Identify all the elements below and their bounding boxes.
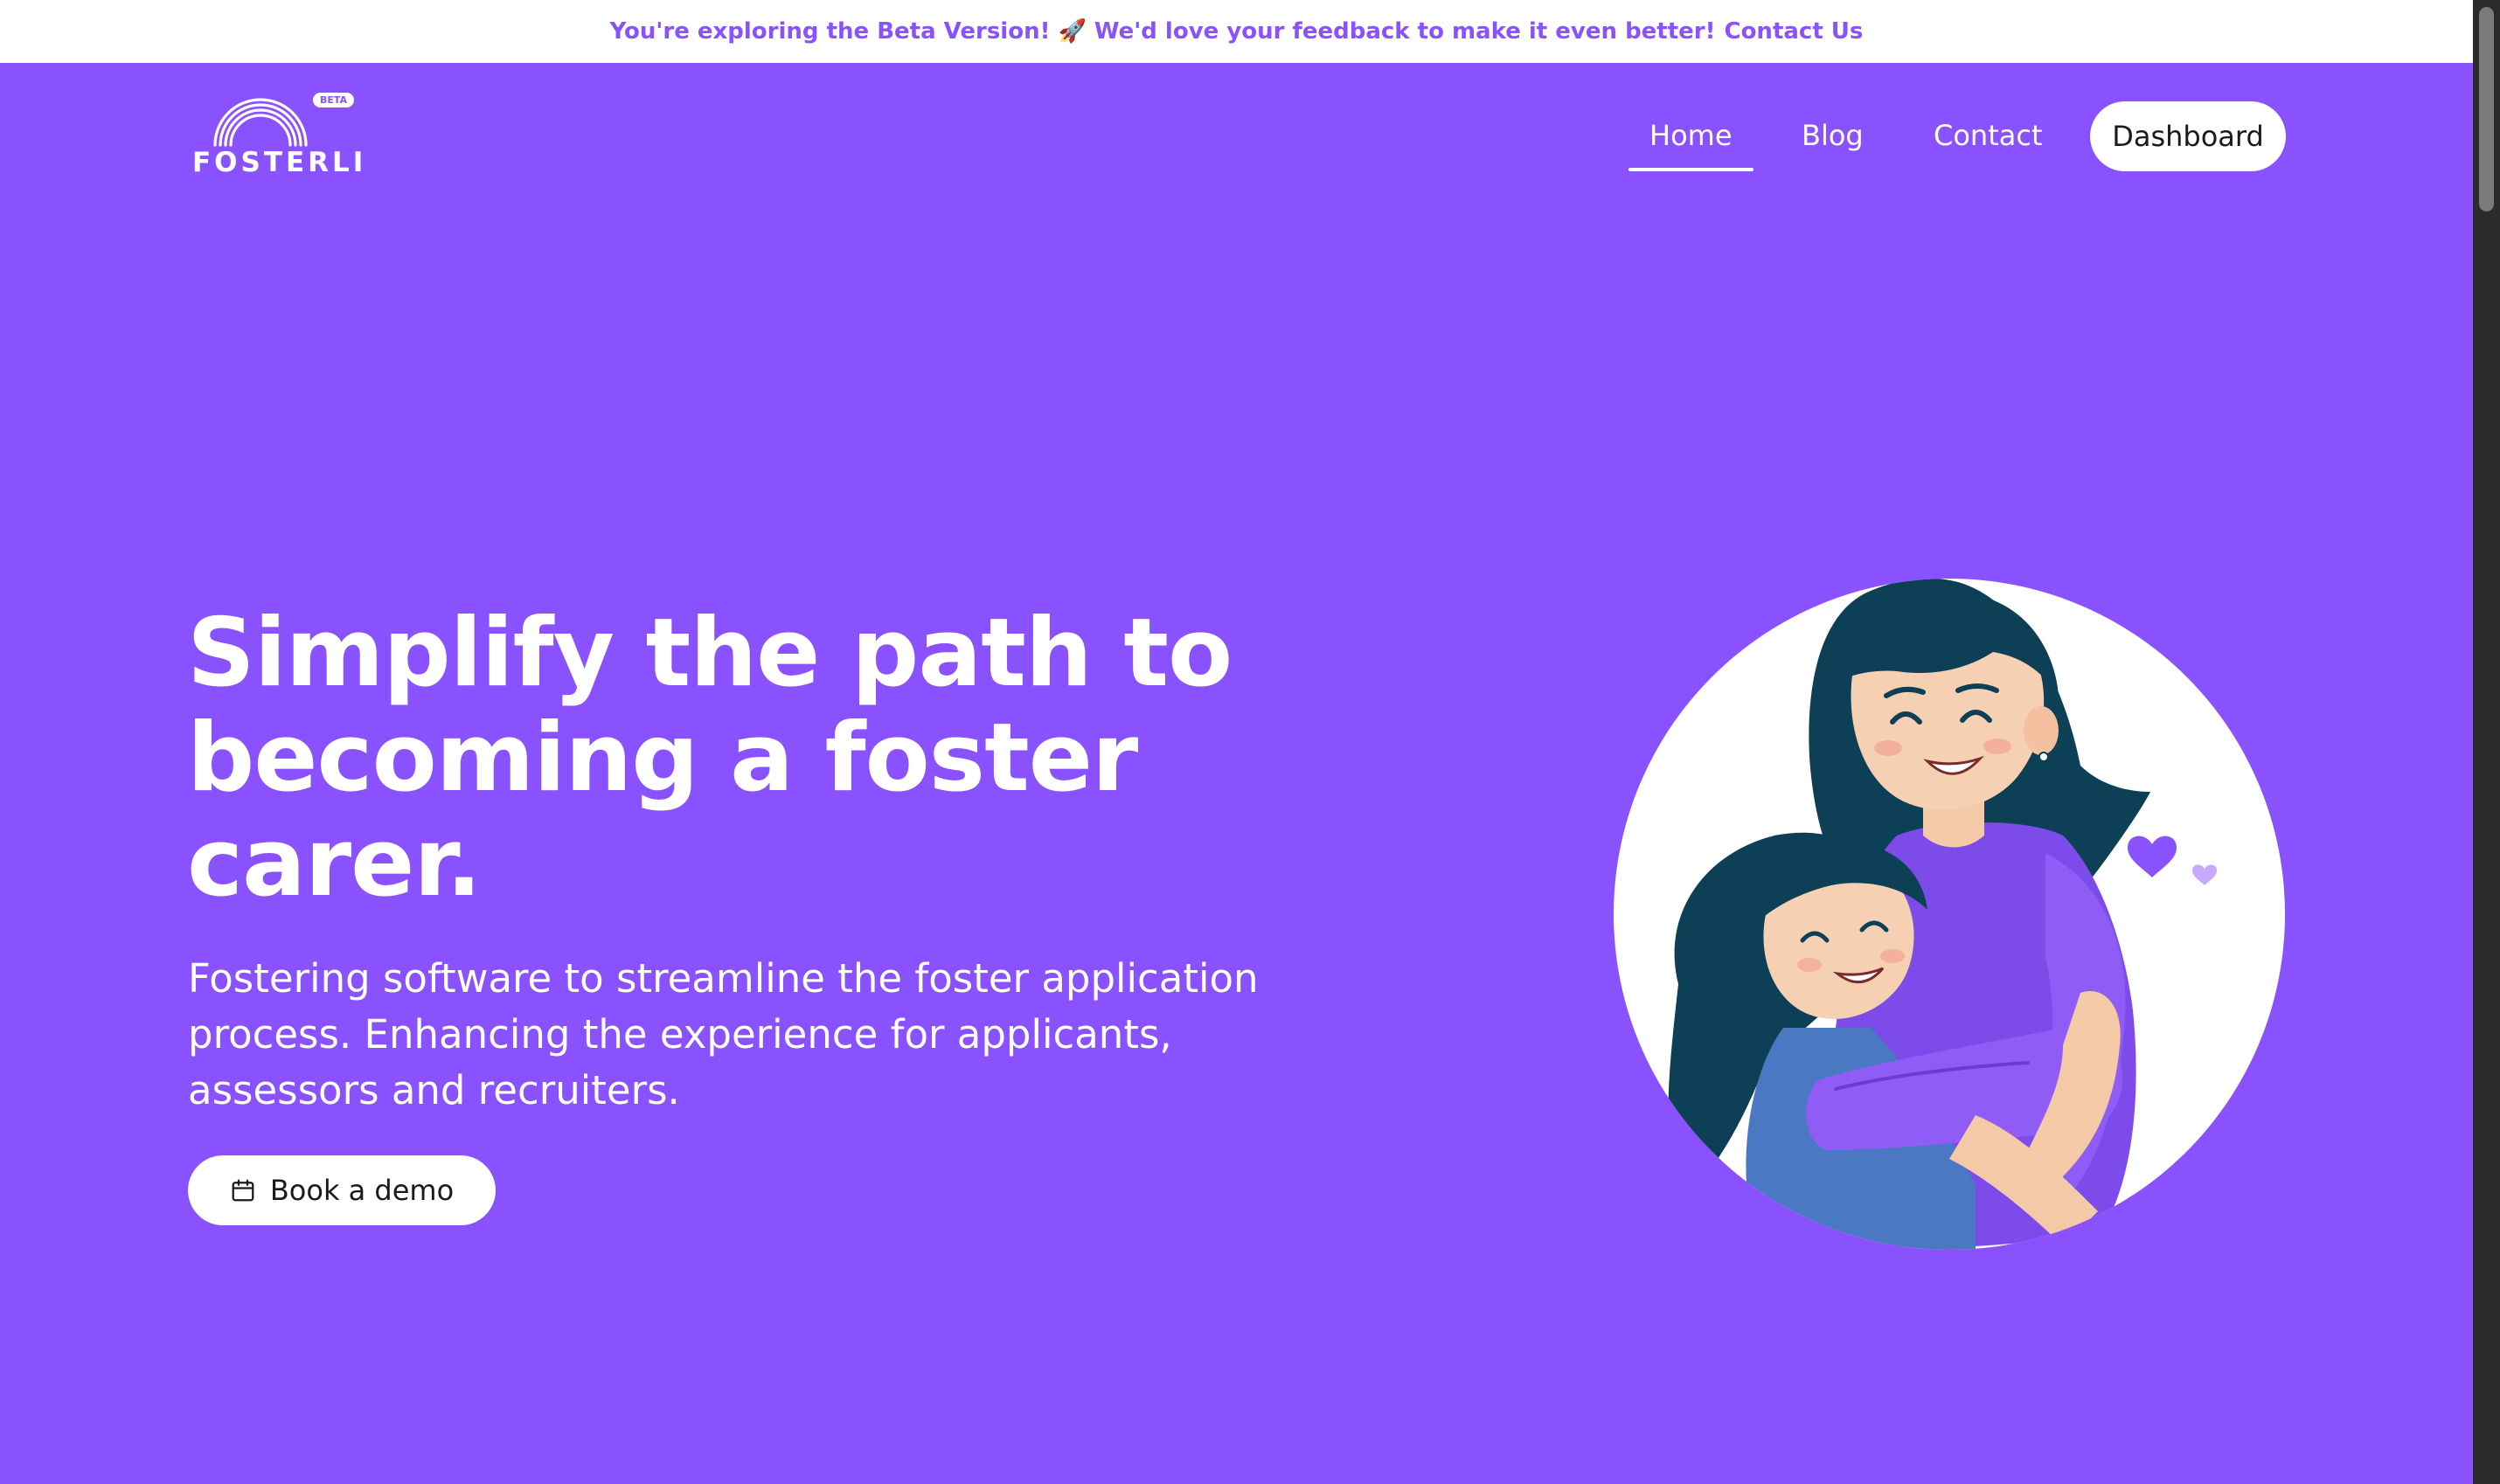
landing-page: You're exploring the Beta Version! 🚀 We'… [0,0,2500,1484]
main-navigation: Home Blog Contact Dashboard [0,101,2500,171]
scrollbar-thumb[interactable] [2479,7,2494,212]
mother-hugging-child-illustration [1614,579,2285,1250]
beta-announcement-bar: You're exploring the Beta Version! 🚀 We'… [0,0,2473,63]
hero-title: Simplify the path to becoming a foster c… [187,599,1233,918]
nav-home-link[interactable]: Home [1628,119,1753,171]
contact-us-link[interactable]: Contact Us [1724,18,1863,45]
book-a-demo-button[interactable]: Book a demo [188,1155,496,1225]
calendar-icon [232,1179,254,1202]
page-scrollbar[interactable] [2473,0,2500,1484]
book-a-demo-label: Book a demo [269,1174,455,1207]
nav-contact-link[interactable]: Contact [1934,119,2043,152]
announcement-text: You're exploring the Beta Version! 🚀 We'… [609,18,1716,45]
dashboard-button[interactable]: Dashboard [2090,101,2286,171]
hero-subtitle: Fostering software to streamline the fos… [188,955,1259,1113]
nav-blog-link[interactable]: Blog [1802,119,1864,152]
